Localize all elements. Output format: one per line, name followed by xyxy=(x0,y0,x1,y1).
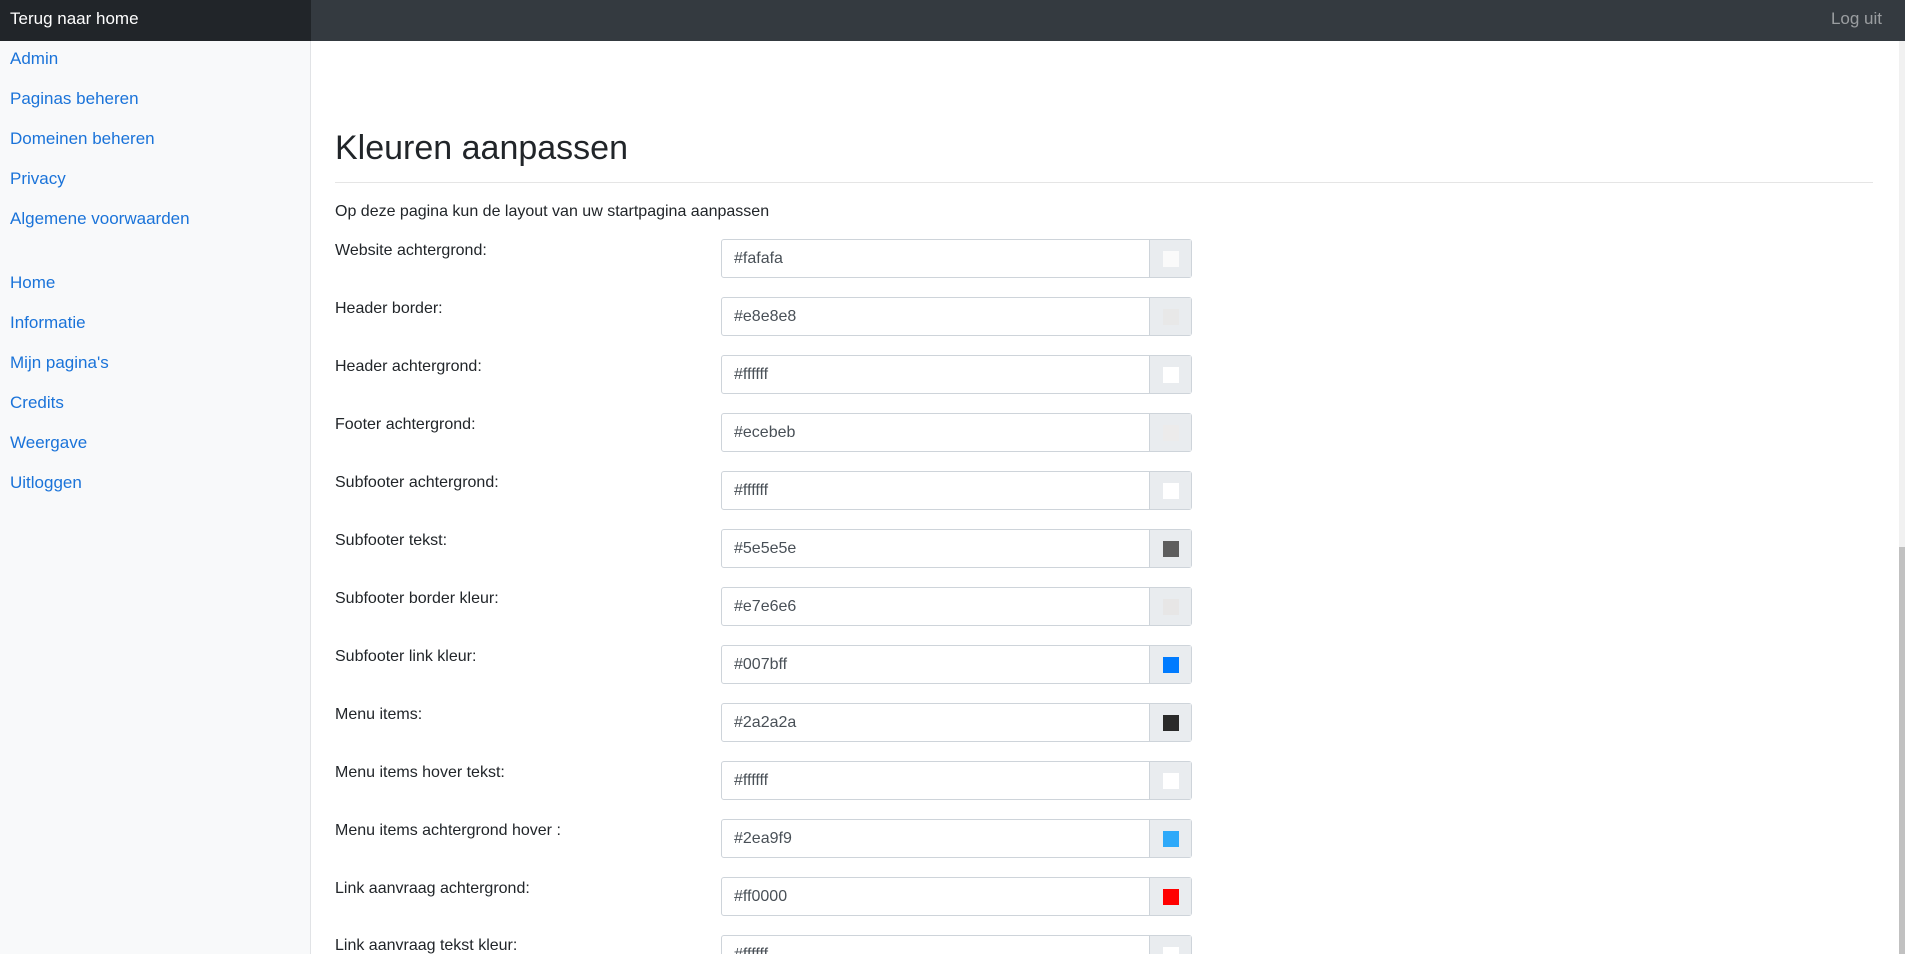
color-value-input[interactable] xyxy=(722,704,1149,741)
field-label: Subfooter achtergrond: xyxy=(335,474,499,491)
color-value-input[interactable] xyxy=(722,414,1149,451)
color-picker-addon[interactable] xyxy=(1149,414,1191,451)
sidebar-item-admin[interactable]: Admin xyxy=(10,49,58,69)
color-field[interactable] xyxy=(721,761,1192,800)
color-swatch xyxy=(1162,830,1179,847)
color-field[interactable] xyxy=(721,471,1192,510)
color-value-input[interactable] xyxy=(722,298,1149,335)
color-swatch xyxy=(1162,656,1179,673)
color-swatch xyxy=(1162,482,1179,499)
field-label: Website achtergrond: xyxy=(335,242,487,259)
color-value-input[interactable] xyxy=(722,820,1149,857)
color-field[interactable] xyxy=(721,587,1192,626)
color-swatch xyxy=(1162,598,1179,615)
color-value-input[interactable] xyxy=(722,646,1149,683)
color-value-input[interactable] xyxy=(722,472,1149,509)
page-title: Kleuren aanpassen xyxy=(335,129,629,167)
color-picker-addon[interactable] xyxy=(1149,530,1191,567)
color-value-input[interactable] xyxy=(722,356,1149,393)
color-swatch xyxy=(1162,424,1179,441)
intro-text: Op deze pagina kun de layout van uw star… xyxy=(335,203,770,220)
color-picker-addon[interactable] xyxy=(1149,356,1191,393)
color-picker-addon[interactable] xyxy=(1149,704,1191,741)
sidebar-item-domeinen-beheren[interactable]: Domeinen beheren xyxy=(10,129,155,149)
sidebar-item-uitloggen[interactable]: Uitloggen xyxy=(10,473,82,493)
sidebar-item-mijn-paginas[interactable]: Mijn pagina's xyxy=(10,353,109,373)
color-value-input[interactable] xyxy=(722,530,1149,567)
color-picker-addon[interactable] xyxy=(1149,298,1191,335)
color-swatch xyxy=(1162,772,1179,789)
sidebar-item-weergave[interactable]: Weergave xyxy=(10,433,87,453)
field-label: Menu items: xyxy=(335,706,423,723)
sidebar-item-home[interactable]: Home xyxy=(10,273,55,293)
field-label: Link aanvraag achtergrond: xyxy=(335,880,530,897)
color-field[interactable] xyxy=(721,819,1192,858)
color-swatch xyxy=(1162,540,1179,557)
color-field[interactable] xyxy=(721,239,1192,278)
sidebar-item-algemene-voorwaarden[interactable]: Algemene voorwaarden xyxy=(10,209,190,229)
color-field[interactable] xyxy=(721,935,1192,954)
main-content: Kleuren aanpassen Op deze pagina kun de … xyxy=(311,41,1899,954)
color-value-input[interactable] xyxy=(722,762,1149,799)
color-value-input[interactable] xyxy=(722,588,1149,625)
color-picker-addon[interactable] xyxy=(1149,820,1191,857)
color-field[interactable] xyxy=(721,413,1192,452)
color-field[interactable] xyxy=(721,877,1192,916)
color-value-input[interactable] xyxy=(722,936,1149,954)
sidebar-item-paginas-beheren[interactable]: Paginas beheren xyxy=(10,89,139,109)
sidebar-item-credits[interactable]: Credits xyxy=(10,393,64,413)
field-label: Header achtergrond: xyxy=(335,358,482,375)
field-label: Menu items achtergrond hover : xyxy=(335,822,561,839)
scrollbar-thumb[interactable] xyxy=(1899,547,1905,954)
title-divider xyxy=(335,182,1873,183)
color-field[interactable] xyxy=(721,529,1192,568)
logout-link[interactable]: Log uit xyxy=(1831,0,1882,38)
color-field[interactable] xyxy=(721,297,1192,336)
color-picker-addon[interactable] xyxy=(1149,588,1191,625)
top-navbar: Terug naar home Log uit xyxy=(0,0,1905,41)
page-scrollbar[interactable] xyxy=(1899,41,1905,954)
color-picker-addon[interactable] xyxy=(1149,936,1191,954)
color-picker-addon[interactable] xyxy=(1149,762,1191,799)
sidebar-item-informatie[interactable]: Informatie xyxy=(10,313,86,333)
color-picker-addon[interactable] xyxy=(1149,472,1191,509)
color-swatch xyxy=(1162,308,1179,325)
field-label: Menu items hover tekst: xyxy=(335,764,505,781)
field-label: Subfooter link kleur: xyxy=(335,648,477,665)
color-field[interactable] xyxy=(721,703,1192,742)
sidebar-item-privacy[interactable]: Privacy xyxy=(10,169,66,189)
field-label: Footer achtergrond: xyxy=(335,416,476,433)
color-swatch xyxy=(1162,366,1179,383)
sidebar: Admin Paginas beheren Domeinen beheren P… xyxy=(0,41,311,954)
color-picker-addon[interactable] xyxy=(1149,646,1191,683)
color-swatch xyxy=(1162,888,1179,905)
color-field[interactable] xyxy=(721,355,1192,394)
field-label: Subfooter border kleur: xyxy=(335,590,499,607)
color-value-input[interactable] xyxy=(722,878,1149,915)
color-swatch xyxy=(1162,250,1179,267)
color-picker-addon[interactable] xyxy=(1149,878,1191,915)
color-swatch xyxy=(1162,946,1179,954)
color-field[interactable] xyxy=(721,645,1192,684)
color-value-input[interactable] xyxy=(722,240,1149,277)
color-swatch xyxy=(1162,714,1179,731)
back-home-link[interactable]: Terug naar home xyxy=(0,0,311,41)
color-picker-addon[interactable] xyxy=(1149,240,1191,277)
field-label: Header border: xyxy=(335,300,443,317)
field-label: Link aanvraag tekst kleur: xyxy=(335,937,518,954)
field-label: Subfooter tekst: xyxy=(335,532,448,549)
